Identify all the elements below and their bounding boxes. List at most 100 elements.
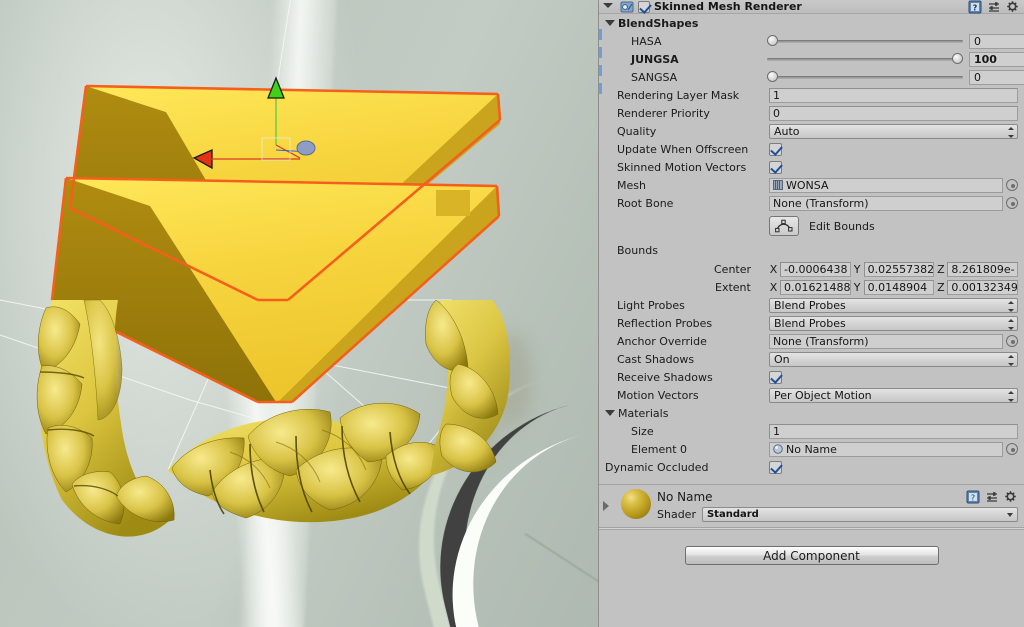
reflection-probes-dropdown[interactable]: Blend Probes bbox=[769, 316, 1018, 331]
scene-view-viewport[interactable] bbox=[0, 0, 598, 627]
edit-bounds-icon bbox=[775, 219, 793, 233]
blendshape-name: HASA bbox=[599, 35, 662, 48]
bounds-extent-label: Extent bbox=[715, 281, 751, 294]
bounds-extent-row[interactable]: Extent X 0.01621488 Y 0.0148904 Z 0.0013… bbox=[599, 278, 1024, 296]
blendshapes-foldout-icon[interactable] bbox=[605, 20, 615, 26]
property-row-renderer-priority[interactable]: Renderer Priority 0 bbox=[599, 104, 1024, 122]
laurel-wreath-right bbox=[425, 300, 510, 476]
light-probes-value: Blend Probes bbox=[774, 299, 846, 312]
slider-knob[interactable] bbox=[767, 71, 778, 82]
materials-foldout-icon[interactable] bbox=[605, 410, 615, 416]
light-probes-dropdown[interactable]: Blend Probes bbox=[769, 298, 1018, 313]
property-row-cast-shadows[interactable]: Cast Shadows On bbox=[599, 350, 1024, 368]
property-row-update-when-offscreen[interactable]: Update When Offscreen bbox=[599, 140, 1024, 158]
chevron-updown-icon bbox=[1007, 301, 1014, 312]
mesh-object-field[interactable]: WONSA bbox=[769, 178, 1003, 193]
axis-label-z: Z bbox=[934, 281, 947, 294]
blendshape-value-jungsa[interactable]: 100 bbox=[969, 52, 1024, 67]
mesh-icon bbox=[773, 180, 783, 190]
property-label: Motion Vectors bbox=[599, 389, 699, 402]
property-label: Skinned Motion Vectors bbox=[599, 161, 746, 174]
gear-icon[interactable] bbox=[1004, 490, 1018, 504]
slider-knob[interactable] bbox=[952, 53, 963, 64]
material-inline-editor[interactable]: No Name ? bbox=[599, 485, 1024, 527]
axis-label-x: X bbox=[767, 263, 780, 276]
property-row-quality[interactable]: Quality Auto bbox=[599, 122, 1024, 140]
property-row-reflection-probes[interactable]: Reflection Probes Blend Probes bbox=[599, 314, 1024, 332]
mesh-picker-icon[interactable] bbox=[1006, 179, 1018, 191]
property-row-mesh[interactable]: Mesh WONSA bbox=[599, 176, 1024, 194]
blendshape-slider-sangsa[interactable] bbox=[767, 70, 963, 84]
materials-size-row[interactable]: Size 1 bbox=[599, 422, 1024, 440]
blendshape-slider-jungsa[interactable] bbox=[767, 52, 963, 66]
receive-shadows-checkbox[interactable] bbox=[769, 371, 782, 384]
help-icon[interactable]: ? bbox=[966, 490, 980, 504]
bounds-center-x-input[interactable]: -0.0006438 bbox=[780, 262, 851, 277]
component-foldout-icon[interactable] bbox=[603, 3, 613, 8]
dynamic-occluded-checkbox[interactable] bbox=[769, 461, 782, 474]
update-when-offscreen-checkbox[interactable] bbox=[769, 143, 782, 156]
materials-size-label: Size bbox=[599, 425, 654, 438]
motion-vectors-dropdown[interactable]: Per Object Motion bbox=[769, 388, 1018, 403]
property-row-rendering-layer-mask[interactable]: Rendering Layer Mask 1 bbox=[599, 86, 1024, 104]
preset-icon[interactable] bbox=[987, 0, 1001, 14]
chevron-updown-icon bbox=[1007, 127, 1014, 138]
property-row-anchor-override[interactable]: Anchor Override None (Transform) bbox=[599, 332, 1024, 350]
bounds-center-row[interactable]: Center X -0.0006438 Y 0.02557382 Z 8.261… bbox=[599, 260, 1024, 278]
cast-shadows-dropdown[interactable]: On bbox=[769, 352, 1018, 367]
property-row-motion-vectors[interactable]: Motion Vectors Per Object Motion bbox=[599, 386, 1024, 404]
component-header-skinned-mesh-renderer[interactable]: Skinned Mesh Renderer ? bbox=[599, 0, 1024, 14]
inspector-panel[interactable]: Skinned Mesh Renderer ? bbox=[598, 0, 1024, 627]
root-bone-value: None (Transform) bbox=[773, 197, 869, 210]
bounds-center-y-input[interactable]: 0.02557382 bbox=[864, 262, 935, 277]
blendshape-value-sangsa[interactable]: 0 bbox=[969, 70, 1024, 85]
blendshape-row-jungsa[interactable]: JUNGSA 100 bbox=[599, 50, 1024, 68]
materials-label: Materials bbox=[618, 407, 668, 420]
property-row-light-probes[interactable]: Light Probes Blend Probes bbox=[599, 296, 1024, 314]
blendshape-slider-hasa[interactable] bbox=[767, 34, 963, 48]
edit-bounds-button[interactable] bbox=[769, 216, 799, 236]
materials-element0-row[interactable]: Element 0 No Name bbox=[599, 440, 1024, 458]
property-label: Rendering Layer Mask bbox=[599, 89, 739, 102]
gear-icon[interactable] bbox=[1006, 0, 1020, 14]
shader-dropdown[interactable]: Standard bbox=[702, 507, 1018, 522]
root-bone-picker-icon[interactable] bbox=[1006, 197, 1018, 209]
property-row-root-bone[interactable]: Root Bone None (Transform) bbox=[599, 194, 1024, 212]
skinned-motion-vectors-checkbox[interactable] bbox=[769, 161, 782, 174]
materials-size-input[interactable]: 1 bbox=[769, 424, 1018, 439]
blendshape-value-hasa[interactable]: 0 bbox=[969, 34, 1024, 49]
bounds-extent-x-input[interactable]: 0.01621488 bbox=[780, 280, 851, 295]
quality-dropdown[interactable]: Auto bbox=[769, 124, 1018, 139]
bounds-extent-z-input[interactable]: 0.00132349 bbox=[947, 280, 1018, 295]
help-icon[interactable]: ? bbox=[968, 0, 982, 14]
property-row-skinned-motion-vectors[interactable]: Skinned Motion Vectors bbox=[599, 158, 1024, 176]
chevron-down-icon bbox=[1007, 513, 1013, 517]
chevron-updown-icon bbox=[1007, 355, 1014, 366]
bounds-extent-y-input[interactable]: 0.0148904 bbox=[864, 280, 935, 295]
blendshapes-foldout[interactable]: BlendShapes bbox=[599, 14, 1024, 32]
reflection-probes-value: Blend Probes bbox=[774, 317, 846, 330]
edit-bounds-row[interactable]: Edit Bounds bbox=[599, 212, 1024, 240]
materials-foldout[interactable]: Materials bbox=[599, 404, 1024, 422]
anchor-override-picker-icon[interactable] bbox=[1006, 335, 1018, 347]
bounds-center-z-input[interactable]: 8.261809e- bbox=[947, 262, 1018, 277]
materials-element0-object-field[interactable]: No Name bbox=[769, 442, 1003, 457]
component-enabled-checkbox[interactable] bbox=[638, 1, 650, 13]
renderer-priority-input[interactable]: 0 bbox=[769, 106, 1018, 121]
material-foldout-icon[interactable] bbox=[603, 501, 609, 511]
blendshape-row-hasa[interactable]: HASA 0 bbox=[599, 32, 1024, 50]
slider-knob[interactable] bbox=[767, 35, 778, 46]
blendshape-row-sangsa[interactable]: SANGSA 0 bbox=[599, 68, 1024, 86]
materials-element-label: Element 0 bbox=[599, 443, 687, 456]
root-bone-object-field[interactable]: None (Transform) bbox=[769, 196, 1003, 211]
property-row-dynamic-occluded[interactable]: Dynamic Occluded bbox=[599, 458, 1024, 476]
rendering-layer-mask-input[interactable]: 1 bbox=[769, 88, 1018, 103]
property-label: Mesh bbox=[599, 179, 646, 192]
materials-element0-picker-icon[interactable] bbox=[1006, 443, 1018, 455]
add-component-label: Add Component bbox=[763, 549, 860, 563]
anchor-override-object-field[interactable]: None (Transform) bbox=[769, 334, 1003, 349]
svg-text:?: ? bbox=[973, 3, 978, 12]
property-row-receive-shadows[interactable]: Receive Shadows bbox=[599, 368, 1024, 386]
preset-icon[interactable] bbox=[985, 490, 999, 504]
add-component-button[interactable]: Add Component bbox=[685, 546, 939, 565]
